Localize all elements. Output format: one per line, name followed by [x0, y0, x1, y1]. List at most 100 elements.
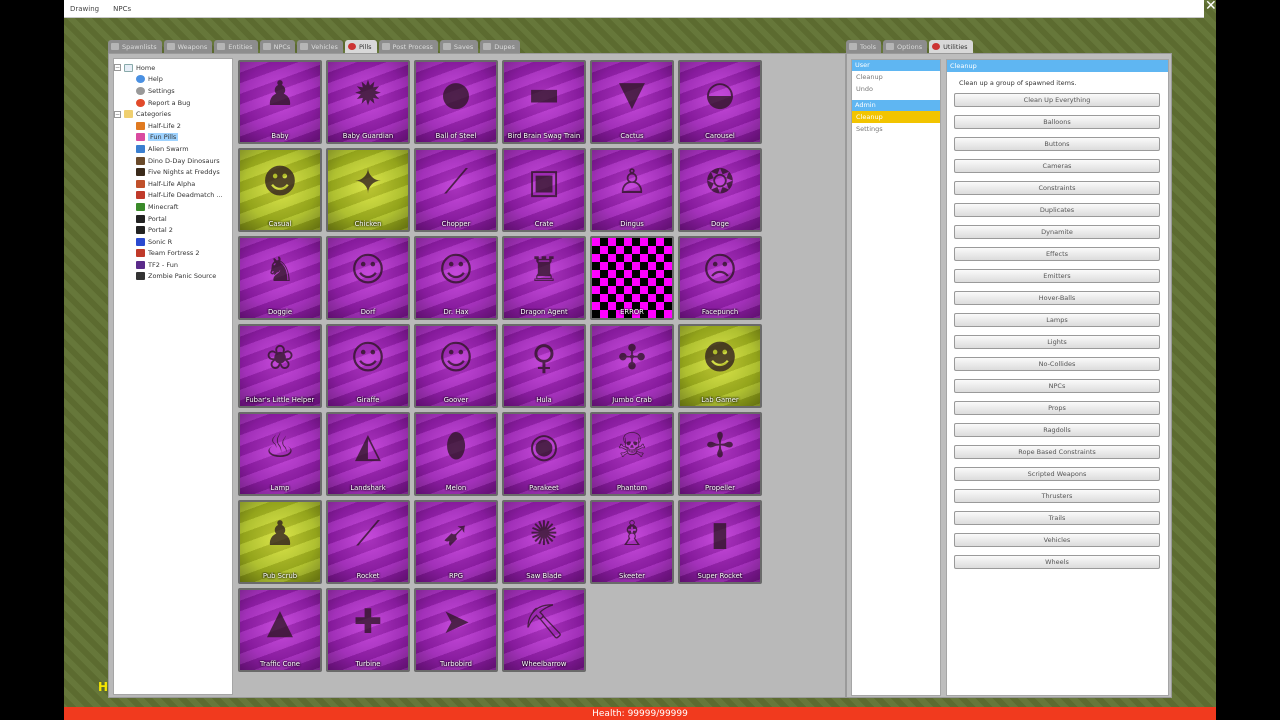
- pill-dingus[interactable]: ♙ Dingus: [590, 148, 674, 232]
- pill-pub-scrub[interactable]: ♟ Pub Scrub: [238, 500, 322, 584]
- pill-turbine[interactable]: ✚ Turbine: [326, 588, 410, 672]
- pill-phantom[interactable]: ☠ Phantom: [590, 412, 674, 496]
- pill-baby-guardian[interactable]: ✹ Baby Guardian: [326, 60, 410, 144]
- pill-rpg[interactable]: ➹ RPG: [414, 500, 498, 584]
- pill-rocket[interactable]: ⟋ Rocket: [326, 500, 410, 584]
- collapse-icon[interactable]: −: [114, 110, 121, 118]
- cleanup-trails-button[interactable]: Trails: [954, 511, 1160, 525]
- close-icon[interactable]: ✕: [1205, 0, 1217, 14]
- tree-item-zombie-panic-source[interactable]: Zombie Panic Source: [114, 271, 232, 283]
- pill-carousel[interactable]: ◒ Carousel: [678, 60, 762, 144]
- pill-error[interactable]: ERROR: [590, 236, 674, 320]
- cleanup-npcs-button[interactable]: NPCs: [954, 379, 1160, 393]
- tree-item-portal-2[interactable]: Portal 2: [114, 224, 232, 236]
- cleanup-emitters-button[interactable]: Emitters: [954, 269, 1160, 283]
- cleanup-ragdolls-button[interactable]: Ragdolls: [954, 423, 1160, 437]
- tree-item-half-life-deadmatch[interactable]: Half-Life Deadmatch ...: [114, 190, 232, 202]
- cleanup-rope-based-constraints-button[interactable]: Rope Based Constraints: [954, 445, 1160, 459]
- pill-saw-blade[interactable]: ✺ Saw Blade: [502, 500, 586, 584]
- pill-doge[interactable]: ❂ Doge: [678, 148, 762, 232]
- tab-weapons[interactable]: Weapons: [163, 40, 213, 53]
- cleanup-balloons-button[interactable]: Balloons: [954, 115, 1160, 129]
- pill-goover[interactable]: ☺ Goover: [414, 324, 498, 408]
- pill-landshark[interactable]: ◭ Landshark: [326, 412, 410, 496]
- tree-item-team-fortress-2[interactable]: Team Fortress 2: [114, 248, 232, 260]
- tab-options[interactable]: Options: [883, 40, 928, 53]
- pill-melon[interactable]: ⬮ Melon: [414, 412, 498, 496]
- category-user-cleanup[interactable]: Cleanup: [852, 71, 940, 83]
- cleanup-wheels-button[interactable]: Wheels: [954, 555, 1160, 569]
- pill-wheelbarrow[interactable]: ⛏ Wheelbarrow: [502, 588, 586, 672]
- pill-crate[interactable]: ▣ Crate: [502, 148, 586, 232]
- tree-item-sonic-r[interactable]: Sonic R: [114, 236, 232, 248]
- menu-drawing[interactable]: Drawing: [70, 5, 99, 13]
- pill-parakeet[interactable]: ◉ Parakeet: [502, 412, 586, 496]
- tree-home[interactable]: − Home: [114, 62, 232, 74]
- cleanup-scripted-weapons-button[interactable]: Scripted Weapons: [954, 467, 1160, 481]
- category-admin-settings[interactable]: Settings: [852, 123, 940, 135]
- tree-item-portal[interactable]: Portal: [114, 213, 232, 225]
- tab-npcs[interactable]: NPCs: [259, 40, 296, 53]
- collapse-icon[interactable]: −: [114, 64, 121, 72]
- tab-saves[interactable]: Saves: [439, 40, 479, 53]
- tree-help[interactable]: Help: [114, 74, 232, 86]
- pill-super-rocket[interactable]: ▮ Super Rocket: [678, 500, 762, 584]
- tree-categories[interactable]: − Categories: [114, 108, 232, 120]
- pill-dorf[interactable]: ☺ Dorf: [326, 236, 410, 320]
- pill-skeeter[interactable]: ♗ Skeeter: [590, 500, 674, 584]
- cleanup-hover-balls-button[interactable]: Hover-Balls: [954, 291, 1160, 305]
- pill-jumbo-crab[interactable]: ✣ Jumbo Crab: [590, 324, 674, 408]
- pill-ball-of-steel[interactable]: ● Ball of Steel: [414, 60, 498, 144]
- pill-dr-hax[interactable]: ☺ Dr. Hax: [414, 236, 498, 320]
- pill-dragon-agent[interactable]: ♜ Dragon Agent: [502, 236, 586, 320]
- pill-cactus[interactable]: ▼ Cactus: [590, 60, 674, 144]
- tab-pills[interactable]: Pills: [344, 40, 377, 53]
- pill-traffic-cone[interactable]: ▲ Traffic Cone: [238, 588, 322, 672]
- pill-lamp[interactable]: ♨ Lamp: [238, 412, 322, 496]
- tab-spawnlists[interactable]: Spawnlists: [108, 40, 162, 53]
- tree-item-dino-d-day-dinosaurs[interactable]: Dino D-Day Dinosaurs: [114, 155, 232, 167]
- pill-baby[interactable]: ♟ Baby: [238, 60, 322, 144]
- cleanup-thrusters-button[interactable]: Thrusters: [954, 489, 1160, 503]
- pill-chicken[interactable]: ✦ Chicken: [326, 148, 410, 232]
- cleanup-clean-up-everything-button[interactable]: Clean Up Everything: [954, 93, 1160, 107]
- tree-item-five-nights-at-freddys[interactable]: Five Nights at Freddys: [114, 166, 232, 178]
- tree-item-minecraft[interactable]: Minecraft: [114, 201, 232, 213]
- pill-fubar-s-little-helper[interactable]: ❀ Fubar's Little Helper: [238, 324, 322, 408]
- pill-hula[interactable]: ♀ Hula: [502, 324, 586, 408]
- cleanup-lamps-button[interactable]: Lamps: [954, 313, 1160, 327]
- pill-chopper[interactable]: ⟋ Chopper: [414, 148, 498, 232]
- pill-doggie[interactable]: ♞ Doggie: [238, 236, 322, 320]
- pill-propeller[interactable]: ✢ Propeller: [678, 412, 762, 496]
- cleanup-buttons-button[interactable]: Buttons: [954, 137, 1160, 151]
- cleanup-duplicates-button[interactable]: Duplicates: [954, 203, 1160, 217]
- pill-lab-gamer[interactable]: ☻ Lab Gamer: [678, 324, 762, 408]
- tree-item-tf2-fun[interactable]: TF2 - Fun: [114, 259, 232, 271]
- cleanup-lights-button[interactable]: Lights: [954, 335, 1160, 349]
- category-admin-cleanup[interactable]: Cleanup: [852, 111, 940, 123]
- tab-post-process[interactable]: Post Process: [378, 40, 438, 53]
- pill-bird-brain-swag-train[interactable]: ▬ Bird Brain Swag Train: [502, 60, 586, 144]
- cleanup-dynamite-button[interactable]: Dynamite: [954, 225, 1160, 239]
- tab-tools[interactable]: Tools: [846, 40, 882, 53]
- tab-entities[interactable]: Entities: [214, 40, 258, 53]
- tab-dupes[interactable]: Dupes: [480, 40, 520, 53]
- tree-settings[interactable]: Settings: [114, 85, 232, 97]
- category-user-undo[interactable]: Undo: [852, 83, 940, 95]
- cleanup-constraints-button[interactable]: Constraints: [954, 181, 1160, 195]
- tree-item-half-life-2[interactable]: Half-Life 2: [114, 120, 232, 132]
- tree-report[interactable]: Report a Bug: [114, 97, 232, 109]
- cleanup-props-button[interactable]: Props: [954, 401, 1160, 415]
- tree-item-fun-pills[interactable]: Fun Pills: [114, 132, 232, 144]
- cleanup-no-collides-button[interactable]: No-Collides: [954, 357, 1160, 371]
- cleanup-effects-button[interactable]: Effects: [954, 247, 1160, 261]
- tree-item-half-life-alpha[interactable]: Half-Life Alpha: [114, 178, 232, 190]
- tab-vehicles[interactable]: Vehicles: [297, 40, 343, 53]
- tree-item-alien-swarm[interactable]: Alien Swarm: [114, 143, 232, 155]
- pill-casual[interactable]: ☻ Casual: [238, 148, 322, 232]
- pill-facepunch[interactable]: ☹ Facepunch: [678, 236, 762, 320]
- cleanup-cameras-button[interactable]: Cameras: [954, 159, 1160, 173]
- tab-utilities[interactable]: Utilities: [929, 40, 973, 53]
- pill-turbobird[interactable]: ➤ Turbobird: [414, 588, 498, 672]
- pill-giraffe[interactable]: ☺ Giraffe: [326, 324, 410, 408]
